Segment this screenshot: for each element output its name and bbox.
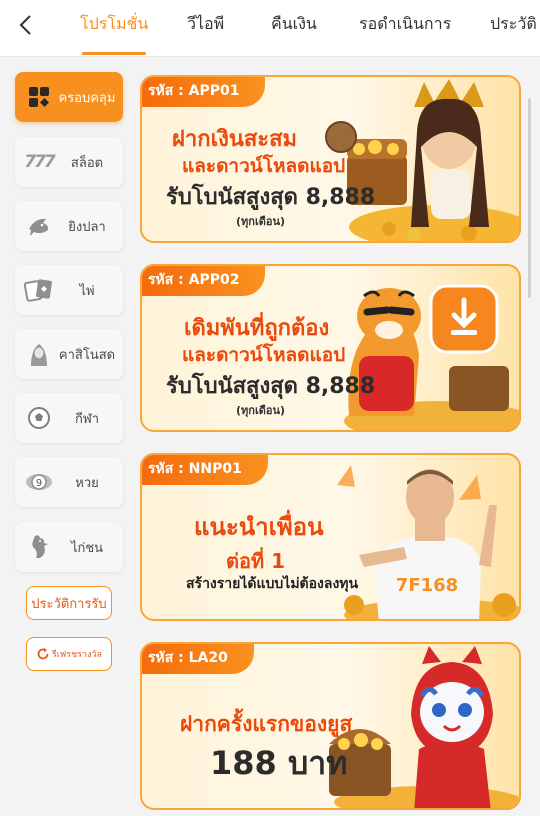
cards-icon xyxy=(21,275,57,305)
sidebar-item-label: ยิงปลา xyxy=(68,219,106,235)
sidebar-item-label: หวย xyxy=(75,475,99,491)
claim-history-button[interactable]: ประวัติการรับ xyxy=(26,586,112,620)
promo-card-la20[interactable]: รหัส : LA20 ฝากครั้งแรกของยูส 188 บาท xyxy=(140,642,521,810)
sidebar-item-label: สล็อต xyxy=(70,155,104,171)
tiger-download-art xyxy=(319,266,519,430)
slot-777-icon: 777 xyxy=(24,152,55,172)
tab-vip[interactable]: วีไอพี xyxy=(187,0,224,56)
sidebar-item-sports[interactable]: กีฬา xyxy=(15,393,123,443)
refresh-icon xyxy=(37,648,49,660)
sidebar-item-label: ครอบคลุม xyxy=(58,90,116,106)
promo-line-3: สร้างรายได้แบบไม่ต้องลงทุน xyxy=(186,576,359,592)
promo-code-label: รหัส : APP01 xyxy=(142,77,266,107)
promo-line-4: (ทุกเดือน) xyxy=(236,215,285,228)
top-nav-bar: โปรโมชั่น วีไอพี คืนเงิน รอดำเนินการ ประ… xyxy=(0,0,540,57)
refresh-rewards-label: รีเฟรชรางวัล xyxy=(51,650,103,660)
sidebar-item-cockfight[interactable]: ไก่ชน xyxy=(15,522,123,572)
sidebar-item-slots[interactable]: 777 สล็อต xyxy=(15,137,123,187)
tab-cashback[interactable]: คืนเงิน xyxy=(271,0,317,56)
promo-line-1: แนะนำเพื่อน xyxy=(194,513,324,541)
promo-line-4: (ทุกเดือน) xyxy=(236,404,285,417)
svg-text:9: 9 xyxy=(36,478,42,489)
promo-code-label: รหัส : LA20 xyxy=(142,644,254,674)
scrollbar[interactable] xyxy=(528,98,531,298)
sidebar-item-fishing[interactable]: ยิงปลา xyxy=(15,201,123,251)
man-pointing-art: 7F168 xyxy=(319,455,519,619)
promo-line-3: รับโบนัสสูงสุด 8,888 xyxy=(166,374,376,399)
tab-history[interactable]: ประวัติ xyxy=(490,0,537,56)
goddess-treasure-art xyxy=(319,77,519,241)
sidebar-item-all[interactable]: ครอบคลุม xyxy=(15,72,123,122)
chevron-left-icon xyxy=(19,15,31,35)
sidebar-item-label: คาสิโนสด xyxy=(58,347,116,363)
fish-icon xyxy=(21,211,57,241)
promo-line-2: และดาวน์โหลดแอป xyxy=(182,344,346,366)
promo-line-3: รับโบนัสสูงสุด 8,888 xyxy=(166,185,376,210)
soccer-ball-icon xyxy=(21,403,57,433)
promo-line-2: 188 บาท xyxy=(210,744,348,782)
sidebar-item-label: ไพ่ xyxy=(79,283,95,299)
lottery-ball-icon: 9 xyxy=(21,467,57,497)
tab-promotions[interactable]: โปรโมชั่น xyxy=(80,0,148,56)
refresh-rewards-button[interactable]: รีเฟรชรางวัล xyxy=(26,637,112,671)
sidebar-item-label: กีฬา xyxy=(74,411,100,427)
promo-code-label: รหัส : NNP01 xyxy=(142,455,268,485)
promo-code-label: รหัส : APP02 xyxy=(142,266,266,296)
back-button[interactable] xyxy=(10,10,40,40)
sidebar-item-lottery[interactable]: 9 หวย xyxy=(15,457,123,507)
jersey-text: 7F168 xyxy=(396,575,458,596)
promo-card-app02[interactable]: รหัส : APP02 เดิมพันที่ถูกต้อง และดาวน์โ… xyxy=(140,264,521,432)
promo-card-nnp01[interactable]: 7F168 รหัส : NNP01 แนะนำเพื่อน ต่อที่ 1 … xyxy=(140,453,521,621)
tab-pending[interactable]: รอดำเนินการ xyxy=(359,0,451,56)
sidebar-item-label: ไก่ชน xyxy=(70,540,104,556)
grid-icon xyxy=(21,82,57,112)
rooster-icon xyxy=(21,532,57,562)
dealer-icon xyxy=(21,339,57,369)
category-sidebar: ครอบคลุม 777 สล็อต ยิงปลา ไพ่ คาสิโนสด ก… xyxy=(0,57,136,816)
promo-line-1: ฝากครั้งแรกของยูส xyxy=(180,712,353,736)
sidebar-item-cards[interactable]: ไพ่ xyxy=(15,265,123,315)
claim-history-label: ประวัติการรับ xyxy=(31,596,107,612)
promo-line-2: และดาวน์โหลดแอป xyxy=(182,155,346,177)
active-tab-underline xyxy=(82,52,147,55)
sidebar-item-live-casino[interactable]: คาสิโนสด xyxy=(15,329,123,379)
promo-card-app01[interactable]: รหัส : APP01 ฝากเงินสะสม และดาวน์โหลดแอป… xyxy=(140,75,521,243)
